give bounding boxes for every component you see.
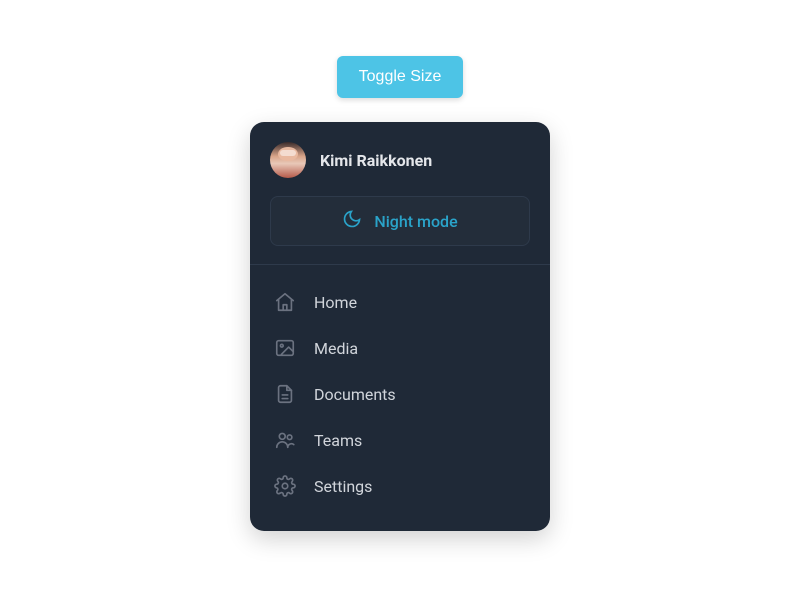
document-icon	[274, 383, 296, 405]
home-icon	[274, 291, 296, 313]
night-mode-button[interactable]: Night mode	[270, 196, 530, 246]
menu-item-home[interactable]: Home	[270, 279, 530, 325]
menu-item-label: Home	[314, 293, 357, 312]
menu: Home Media Documents Teams Settings	[250, 265, 550, 531]
card-header: Kimi Raikkonen Night mode	[250, 122, 550, 265]
user-name: Kimi Raikkonen	[320, 151, 432, 170]
gear-icon	[274, 475, 296, 497]
night-mode-label: Night mode	[374, 212, 457, 231]
sidebar-card: Kimi Raikkonen Night mode Home Media	[250, 122, 550, 531]
menu-item-label: Teams	[314, 431, 362, 450]
user-row: Kimi Raikkonen	[270, 142, 530, 178]
users-icon	[274, 429, 296, 451]
menu-item-media[interactable]: Media	[270, 325, 530, 371]
menu-item-teams[interactable]: Teams	[270, 417, 530, 463]
menu-item-documents[interactable]: Documents	[270, 371, 530, 417]
menu-item-label: Documents	[314, 385, 396, 404]
image-icon	[274, 337, 296, 359]
toggle-size-button[interactable]: Toggle Size	[337, 56, 464, 98]
avatar	[270, 142, 306, 178]
menu-item-label: Settings	[314, 477, 372, 496]
moon-icon	[342, 209, 362, 233]
menu-item-label: Media	[314, 339, 358, 358]
menu-item-settings[interactable]: Settings	[270, 463, 530, 509]
